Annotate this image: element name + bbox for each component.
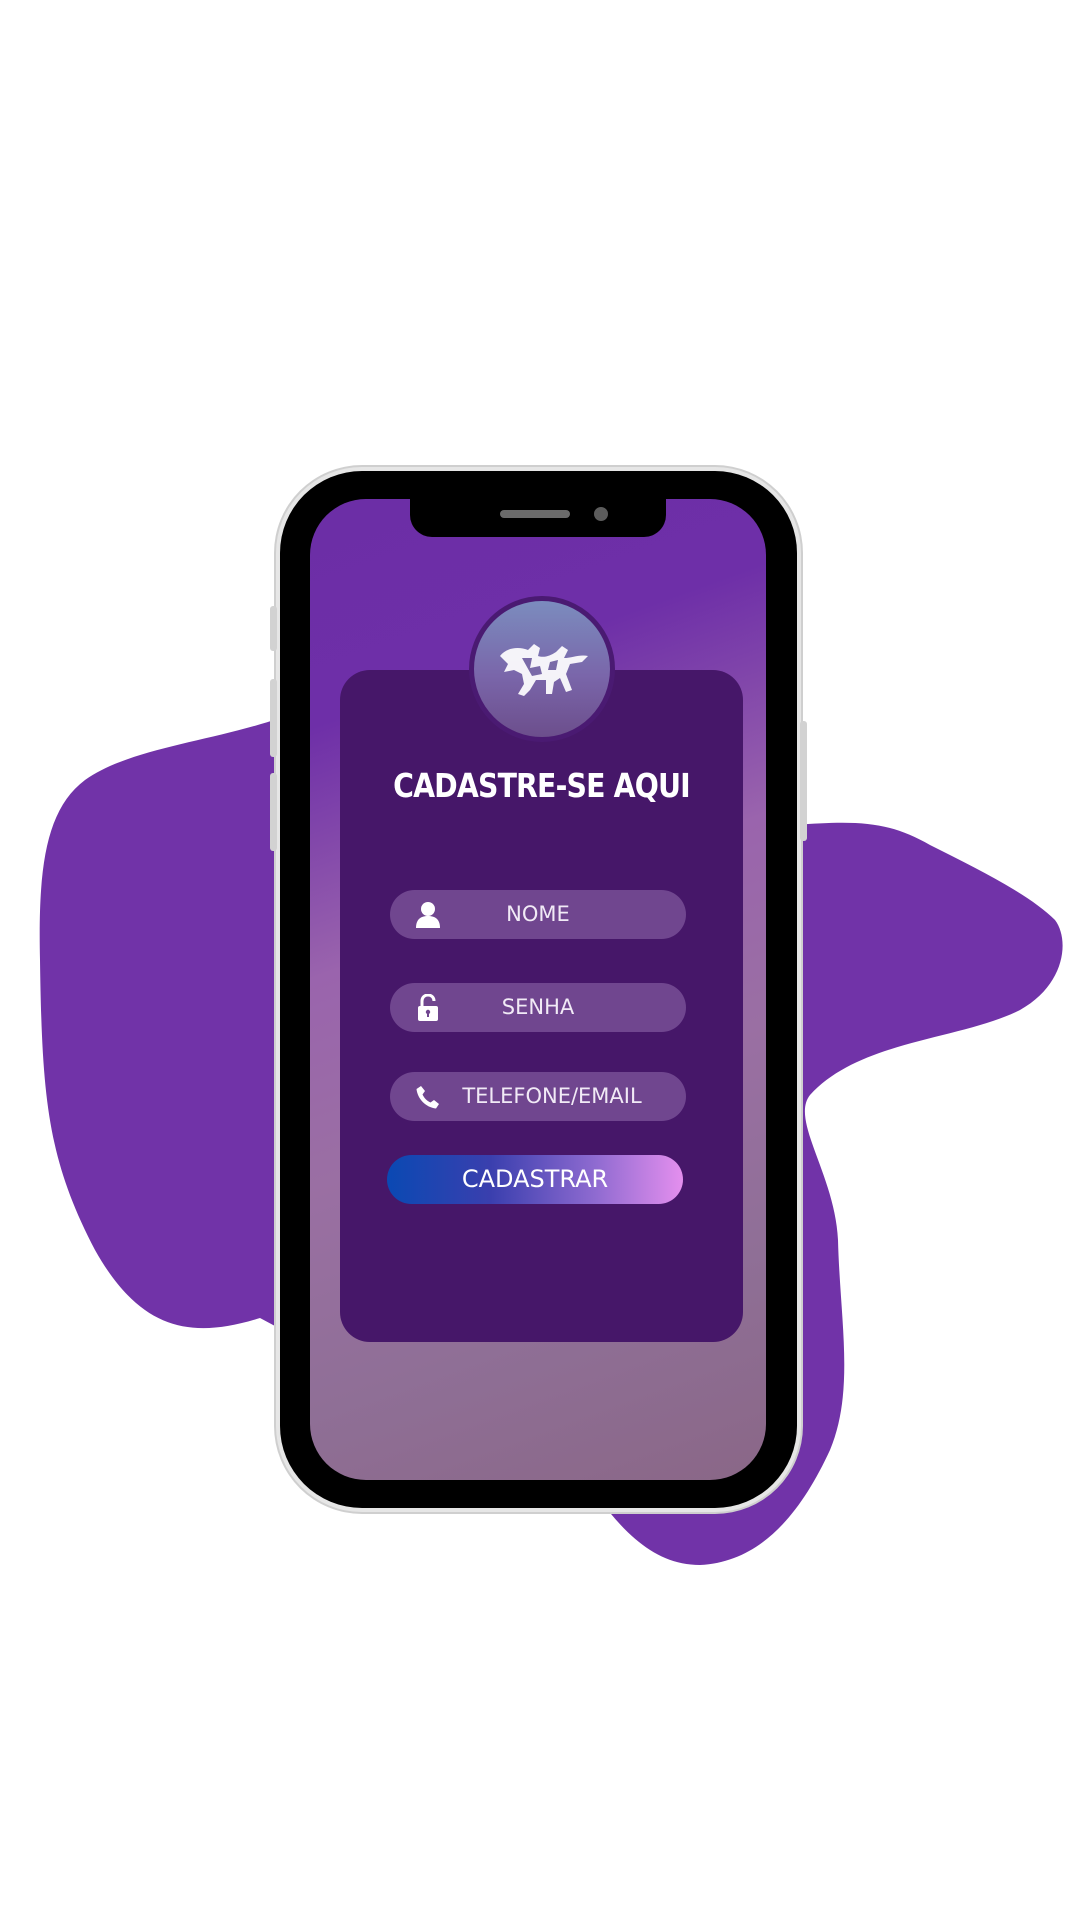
power-button <box>800 721 807 841</box>
phone-mockup: CADASTRE-SE AQUI NOME SENHA TELEFONE/EMA… <box>270 471 807 1508</box>
speaker <box>500 510 570 518</box>
name-field[interactable]: NOME <box>390 890 686 939</box>
password-field[interactable]: SENHA <box>390 983 686 1032</box>
camera <box>594 507 608 521</box>
signup-card: CADASTRE-SE AQUI NOME SENHA TELEFONE/EMA… <box>340 670 743 1342</box>
password-field-placeholder: SENHA <box>501 995 575 1019</box>
page-title: CADASTRE-SE AQUI <box>393 766 691 805</box>
contact-field-placeholder: TELEFONE/EMAIL <box>462 1084 642 1108</box>
bull-rider-logo <box>500 644 588 696</box>
volume-up-button <box>270 679 277 757</box>
contact-field[interactable]: TELEFONE/EMAIL <box>390 1072 686 1121</box>
notch <box>410 499 666 537</box>
name-field-placeholder: NOME <box>506 902 570 926</box>
logo-avatar <box>469 596 615 742</box>
canvas: CADASTRE-SE AQUI NOME SENHA TELEFONE/EMA… <box>0 0 1080 1920</box>
volume-down-button <box>270 773 277 851</box>
signup-button[interactable]: CADASTRAR <box>387 1155 683 1204</box>
phone-screen: CADASTRE-SE AQUI NOME SENHA TELEFONE/EMA… <box>310 499 766 1480</box>
side-button <box>270 606 277 651</box>
